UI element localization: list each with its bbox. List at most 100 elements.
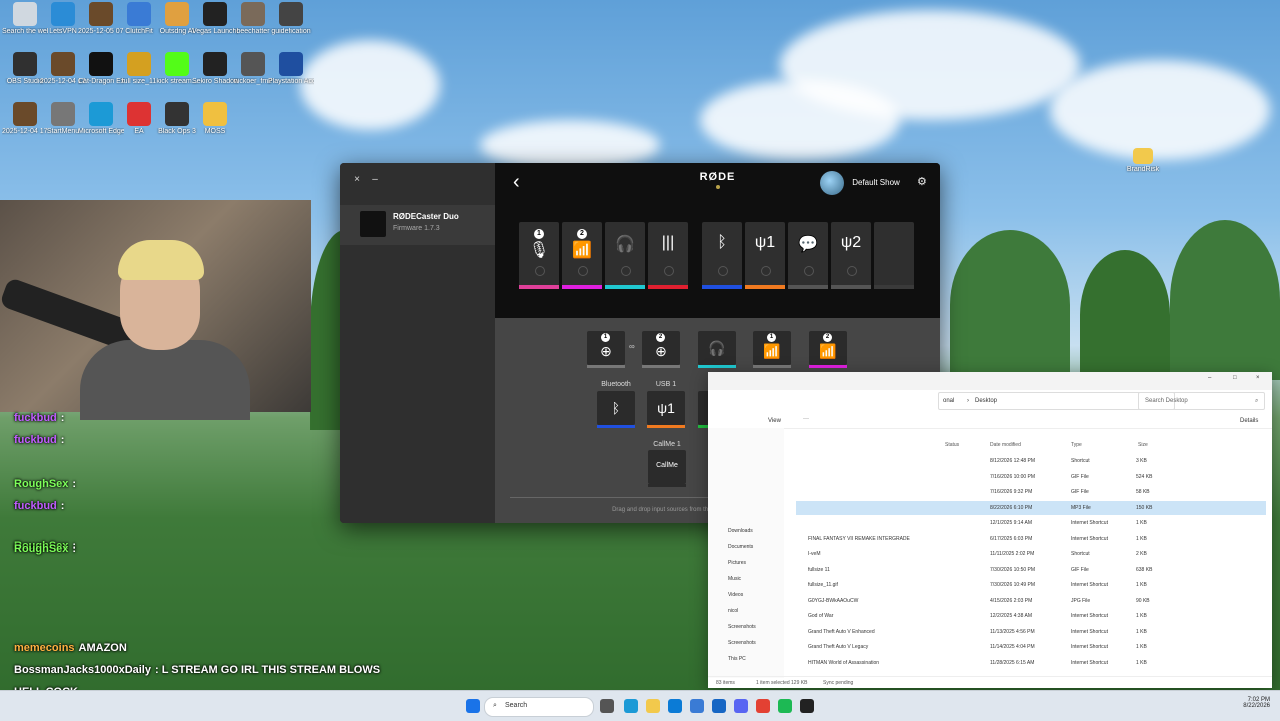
folder-icon[interactable] — [646, 699, 660, 713]
combo-2-source[interactable]: 2 ⊕ — [642, 331, 680, 368]
settings-knob-icon[interactable] — [535, 266, 545, 276]
obs-icon[interactable] — [800, 699, 814, 713]
file-row[interactable]: G0YGJ-BWkAAOuCW 4/15/2026 2:03 PM JPG File… — [796, 594, 1266, 608]
edge-icon[interactable] — [668, 699, 682, 713]
channel-icon: ᛒ — [717, 234, 727, 251]
close-button[interactable]: × — [352, 175, 362, 185]
nav-item[interactable]: Music — [728, 576, 741, 582]
desktop-icon[interactable]: MOSS — [192, 102, 238, 135]
usb1-strip[interactable]: ψ1 — [745, 222, 785, 289]
source-icon: 📶 — [763, 343, 781, 359]
headset-source[interactable]: 🎧 — [698, 331, 736, 368]
store-icon[interactable] — [690, 699, 704, 713]
chat-message: RoughSex: — [14, 543, 76, 555]
file-name: Grand Theft Auto V Legacy — [808, 644, 869, 650]
combo-1-source[interactable]: 1 ⊕ — [587, 331, 625, 368]
chat-strip[interactable]: 💬 — [788, 222, 828, 289]
spotify-icon[interactable] — [778, 699, 792, 713]
app-icon — [241, 2, 265, 26]
column-header-status[interactable]: Status — [945, 442, 959, 448]
wireless-2-strip[interactable]: 2 📶 — [562, 222, 602, 289]
settings-knob-icon[interactable] — [578, 266, 588, 276]
close-icon[interactable]: × — [1256, 375, 1260, 381]
desktop-icon[interactable]: Playstation Accessories — [268, 52, 314, 85]
link-icon[interactable]: ∞ — [629, 342, 635, 351]
channel-icon: 💬 — [798, 236, 818, 253]
minimize-button[interactable]: – — [370, 175, 380, 185]
bluetooth-source[interactable]: ᛒ — [597, 391, 635, 428]
smart-pads-strip[interactable]: ||| — [648, 222, 688, 289]
bluetooth-strip[interactable]: ᛒ — [702, 222, 742, 289]
logo-indicator — [716, 185, 720, 189]
nav-item[interactable]: Screenshots — [728, 624, 756, 630]
breadcrumb-parent[interactable]: onal — [943, 398, 954, 404]
file-explorer-icon[interactable] — [600, 699, 614, 713]
file-row[interactable]: 7/16/2026 10:00 PM GIF File 524 KB — [796, 470, 1266, 484]
nav-item[interactable]: Downloads — [728, 528, 753, 534]
settings-knob-icon[interactable] — [804, 266, 814, 276]
details-button[interactable]: Details — [1240, 418, 1258, 424]
gear-icon[interactable]: ⚙ — [917, 175, 927, 188]
file-row[interactable]: 7/16/2026 9:32 PM GIF File 58 KB — [796, 485, 1266, 499]
wireless-1-source[interactable]: 1 📶 — [753, 331, 791, 368]
start-icon[interactable] — [466, 699, 480, 713]
nav-item[interactable]: Videos — [728, 592, 743, 598]
settings-knob-icon[interactable] — [718, 266, 728, 276]
settings-knob-icon[interactable] — [761, 266, 771, 276]
file-row[interactable]: God of War 12/2/2025 4:38 AM Internet Shor… — [796, 609, 1266, 623]
column-header-size[interactable]: Size — [1138, 442, 1148, 448]
file-row[interactable]: 8/22/2026 6:10 PM MP3 File 150 KB — [796, 500, 1266, 515]
taskbar-search[interactable]: ⌕ Search — [484, 697, 594, 717]
mic-1-strip[interactable]: 1 🎙 — [519, 222, 559, 289]
cloud — [300, 40, 440, 130]
nav-item[interactable]: This PC — [728, 656, 746, 662]
file-row[interactable]: Grand Theft Auto V Enhanced 11/13/2025 4:… — [796, 625, 1266, 639]
callme-source[interactable]: CallMe — [648, 450, 686, 487]
desktop-folder[interactable]: BrandRisk — [1120, 148, 1166, 173]
usb2-strip[interactable]: ψ2 — [831, 222, 871, 289]
minimize-icon[interactable]: – — [1208, 375, 1211, 381]
file-row[interactable]: 12/1/2025 9:14 AM Internet Shortcut 1 KB — [796, 516, 1266, 530]
file-date: 7/16/2026 10:00 PM — [990, 473, 1036, 480]
file-name: FINAL FANTASY VII REMAKE INTERGRADE — [808, 535, 910, 542]
search-input[interactable]: Search Desktop ⌕ — [1138, 392, 1265, 410]
settings-knob-icon[interactable] — [847, 266, 857, 276]
file-row[interactable]: HITMAN World of Assassination 11/28/2025 … — [796, 656, 1266, 670]
file-row[interactable]: FINAL FANTASY VII REMAKE INTERGRADE 6/17/… — [796, 532, 1266, 546]
nav-item[interactable]: Documents — [728, 544, 753, 550]
empty-strip[interactable] — [874, 222, 914, 289]
discord-icon[interactable] — [734, 699, 748, 713]
edge-icon[interactable] — [624, 699, 638, 713]
chat-username: BossmanJacks1000xDaily — [14, 664, 151, 676]
headset-strip[interactable]: 🎧 — [605, 222, 645, 289]
app-icon — [51, 102, 75, 126]
nav-item[interactable]: nicol — [728, 608, 738, 614]
file-type: Internet Shortcut — [1071, 659, 1108, 666]
desktop-icon[interactable]: guidefication — [268, 2, 314, 35]
usb1-source[interactable]: ψ1 — [647, 391, 685, 428]
file-row[interactable]: fullsize_11.gif 7/30/2026 10:49 PM Interne… — [796, 578, 1266, 592]
app-icon — [279, 2, 303, 26]
channel-strips-panel: ‹ RØDE Default Show ⚙ 1 🎙 2 📶 🎧 ||| ᛒ ψ1 💬 ψ2 — [495, 163, 940, 318]
outlook-icon[interactable] — [712, 699, 726, 713]
source-label: CallMe 1 — [653, 441, 681, 448]
maximize-icon[interactable]: □ — [1233, 375, 1237, 381]
more-options-icon[interactable]: ··· — [803, 416, 809, 422]
clock[interactable]: 7:02 PM 8/22/2026 — [1226, 697, 1270, 709]
show-selector[interactable]: Default Show — [820, 171, 900, 195]
column-header-type[interactable]: Type — [1071, 442, 1082, 448]
file-row[interactable]: Grand Theft Auto V Legacy 11/14/2025 4:04… — [796, 640, 1266, 654]
settings-knob-icon[interactable] — [621, 266, 631, 276]
nav-item[interactable]: Screenshots — [728, 640, 756, 646]
file-row[interactable]: I-veM 11/11/2025 2:02 PM Shortcut 2 KB — [796, 547, 1266, 561]
view-button[interactable]: View — [768, 418, 781, 424]
wireless-2-source[interactable]: 2 📶 — [809, 331, 847, 368]
chrome-icon[interactable] — [756, 699, 770, 713]
nav-item[interactable]: Pictures — [728, 560, 746, 566]
device-card[interactable]: RØDECaster Duo Firmware 1.7.3 — [340, 205, 495, 245]
settings-knob-icon[interactable] — [664, 266, 674, 276]
file-row[interactable]: fullsize 11 7/30/2026 10:50 PM GIF File 638… — [796, 563, 1266, 577]
column-header-date[interactable]: Date modified — [990, 442, 1021, 448]
breadcrumb-desktop[interactable]: Desktop — [975, 398, 997, 404]
file-row[interactable]: 8/12/2026 12:48 PM Shortcut 3 KB — [796, 454, 1266, 468]
